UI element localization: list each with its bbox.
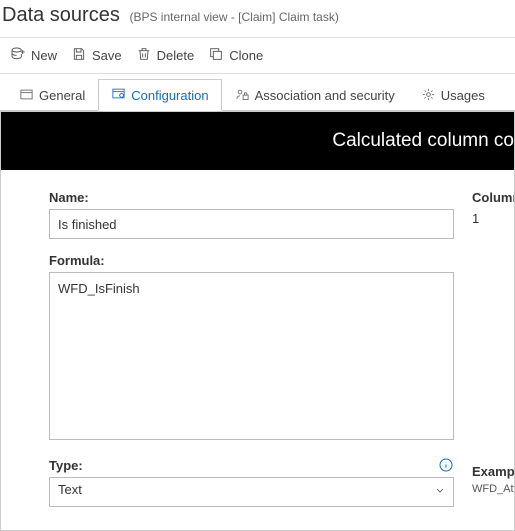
name-label: Name:	[49, 190, 454, 205]
gear-icon	[421, 87, 436, 105]
type-label: Type:	[49, 458, 83, 473]
form: Name: Formula: Type: Text	[1, 170, 514, 507]
column-label: Column	[472, 190, 515, 205]
tab-bar: General Configuration Association and se…	[0, 78, 515, 111]
tab-label: Association and security	[255, 88, 395, 103]
toolbar-label: Delete	[157, 48, 195, 63]
toolbar-label: Save	[92, 48, 122, 63]
save-icon	[71, 46, 87, 65]
name-input[interactable]	[49, 209, 454, 239]
type-select[interactable]: Text	[49, 477, 454, 507]
toolbar: New Save Delete Clone	[0, 38, 515, 73]
window-gear-icon	[111, 86, 126, 104]
tab-configuration[interactable]: Configuration	[98, 79, 221, 111]
tab-content: Calculated column co Name: Formula: Type…	[0, 111, 515, 531]
clone-icon	[208, 46, 224, 65]
delete-button[interactable]: Delete	[136, 46, 195, 65]
tab-usages[interactable]: Usages	[408, 79, 498, 111]
info-icon[interactable]	[438, 457, 454, 473]
formula-label: Formula:	[49, 253, 454, 268]
column-value: 1	[472, 205, 515, 226]
formula-input[interactable]	[49, 272, 454, 440]
panel-banner-text: Calculated column co	[332, 130, 514, 152]
example-value: WFD_Att	[472, 483, 515, 495]
new-button[interactable]: New	[10, 46, 57, 65]
users-lock-icon	[235, 87, 250, 105]
tab-general[interactable]: General	[6, 79, 98, 111]
panel-banner: Calculated column co	[1, 112, 514, 170]
tab-label: General	[39, 88, 85, 103]
page-title: Data sources	[2, 4, 120, 26]
database-plus-icon	[10, 46, 26, 65]
type-value: Text	[58, 482, 82, 497]
page-subtitle: (BPS internal view - [Claim] Claim task)	[129, 10, 338, 24]
trash-icon	[136, 46, 152, 65]
toolbar-label: Clone	[229, 48, 263, 63]
page-header: Data sources (BPS internal view - [Claim…	[0, 0, 515, 37]
clone-button[interactable]: Clone	[208, 46, 263, 65]
save-button[interactable]: Save	[71, 46, 122, 65]
tab-label: Configuration	[131, 88, 208, 103]
window-icon	[19, 87, 34, 105]
toolbar-label: New	[31, 48, 57, 63]
tab-label: Usages	[441, 88, 485, 103]
divider	[0, 73, 515, 74]
example-label: Exampl	[472, 464, 515, 479]
tab-association-security[interactable]: Association and security	[222, 79, 408, 111]
